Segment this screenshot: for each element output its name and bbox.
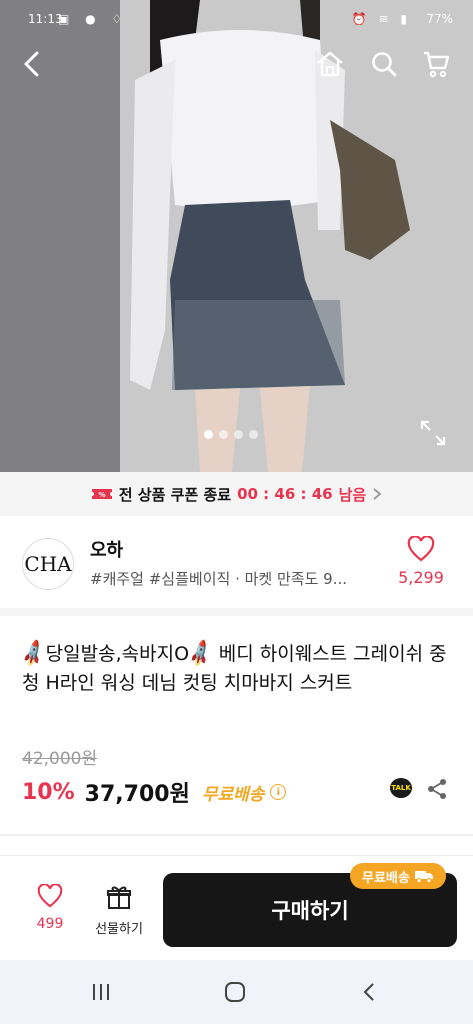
svg-text:%: % [98,491,105,499]
section-divider [0,608,473,616]
system-status-icons: ⏰ ≋ ▮ [351,12,411,26]
rocket-icon: 🚀 [184,638,217,670]
back-nav-button[interactable] [356,978,382,1006]
gift-icon [107,886,131,909]
coupon-banner[interactable]: % 전 상품 쿠폰 종료 00 : 46 : 46 남음 [0,472,473,516]
truck-icon [414,871,433,883]
seller-section[interactable]: CHA 오하 #캐주얼 #심플베이직 · 마켓 만족도 9... 5,299 [0,516,473,608]
coupon-suffix: 남음 [338,485,367,504]
product-like-count: 499 [36,916,64,932]
section-divider [0,834,473,836]
expand-icon [420,420,446,446]
cart-button[interactable] [418,46,454,82]
discount-rate: 10% [22,779,75,805]
free-shipping-badge: 무료배송 [350,863,446,889]
product-like-button[interactable]: 499 [22,883,78,932]
seller-tags: #캐주얼 #심플베이직 · 마켓 만족도 9... [90,570,347,588]
notification-icons: ▣ ● ♢ [58,12,129,26]
free-shipping-badge-label: 무료배송 [362,870,410,886]
product-title: 🚀당일발송,속바지O🚀 베디 하이웨스트 그레이쉬 중청 H라인 워싱 데님 컷… [18,639,452,698]
original-price: 42,000원 [22,749,98,769]
pagination-dot[interactable] [249,430,258,439]
search-button[interactable] [366,46,402,82]
back-nav-icon [363,983,374,1001]
talk-icon[interactable]: TALK [390,778,412,798]
gift-label: 선물하기 [95,922,143,937]
cart-icon [424,51,450,78]
heart-icon [407,535,435,562]
bottom-action-bar: 499 선물하기 구매하기 무료배송 [0,855,473,961]
pagination-dot[interactable] [219,430,228,439]
gift-button[interactable]: 선물하기 [88,884,150,937]
seller-like-count: 5,299 [398,568,444,587]
share-button[interactable] [426,778,448,804]
back-button[interactable] [14,46,50,82]
recents-button[interactable] [88,978,114,1006]
home-button[interactable] [312,46,348,82]
seller-like-button[interactable]: 5,299 [391,535,451,587]
price-row: 10% 37,700원 무료배송 i [22,776,287,808]
pagination-dot[interactable] [204,430,213,439]
sale-price: 37,700원 [84,782,190,807]
free-shipping-label: 무료배송 [201,784,265,805]
system-navigation-bar [0,960,473,1024]
ticket-icon: % [91,489,112,499]
chevron-right-icon [373,488,382,500]
home-icon [317,51,343,77]
battery-level: 77% [426,12,453,26]
recents-icon [93,984,109,1000]
image-pagination[interactable] [204,430,258,439]
pagination-dot[interactable] [234,430,243,439]
coupon-timer: 00 : 46 : 46 [237,485,333,503]
product-image[interactable]: 11:13 ▣ ● ♢ ⏰ ≋ ▮ 77% [0,0,473,472]
product-photo [0,0,473,472]
expand-button[interactable] [420,420,446,446]
seller-name[interactable]: 오하 [90,536,123,562]
status-bar: 11:13 ▣ ● ♢ ⏰ ≋ ▮ 77% [0,0,473,40]
product-title-part1: 당일발송,속바지O [45,643,190,665]
home-nav-icon [225,982,245,1002]
search-icon [372,52,397,77]
share-icon [428,779,446,799]
back-icon [24,51,39,77]
heart-icon [37,883,63,908]
rocket-icon: 🚀 [17,638,50,670]
coupon-text: 전 상품 쿠폰 종료 [118,485,232,504]
info-icon[interactable]: i [270,784,287,800]
seller-logo-text: CHA [24,552,72,576]
seller-logo[interactable]: CHA [22,538,74,590]
home-nav-button[interactable] [222,978,248,1006]
